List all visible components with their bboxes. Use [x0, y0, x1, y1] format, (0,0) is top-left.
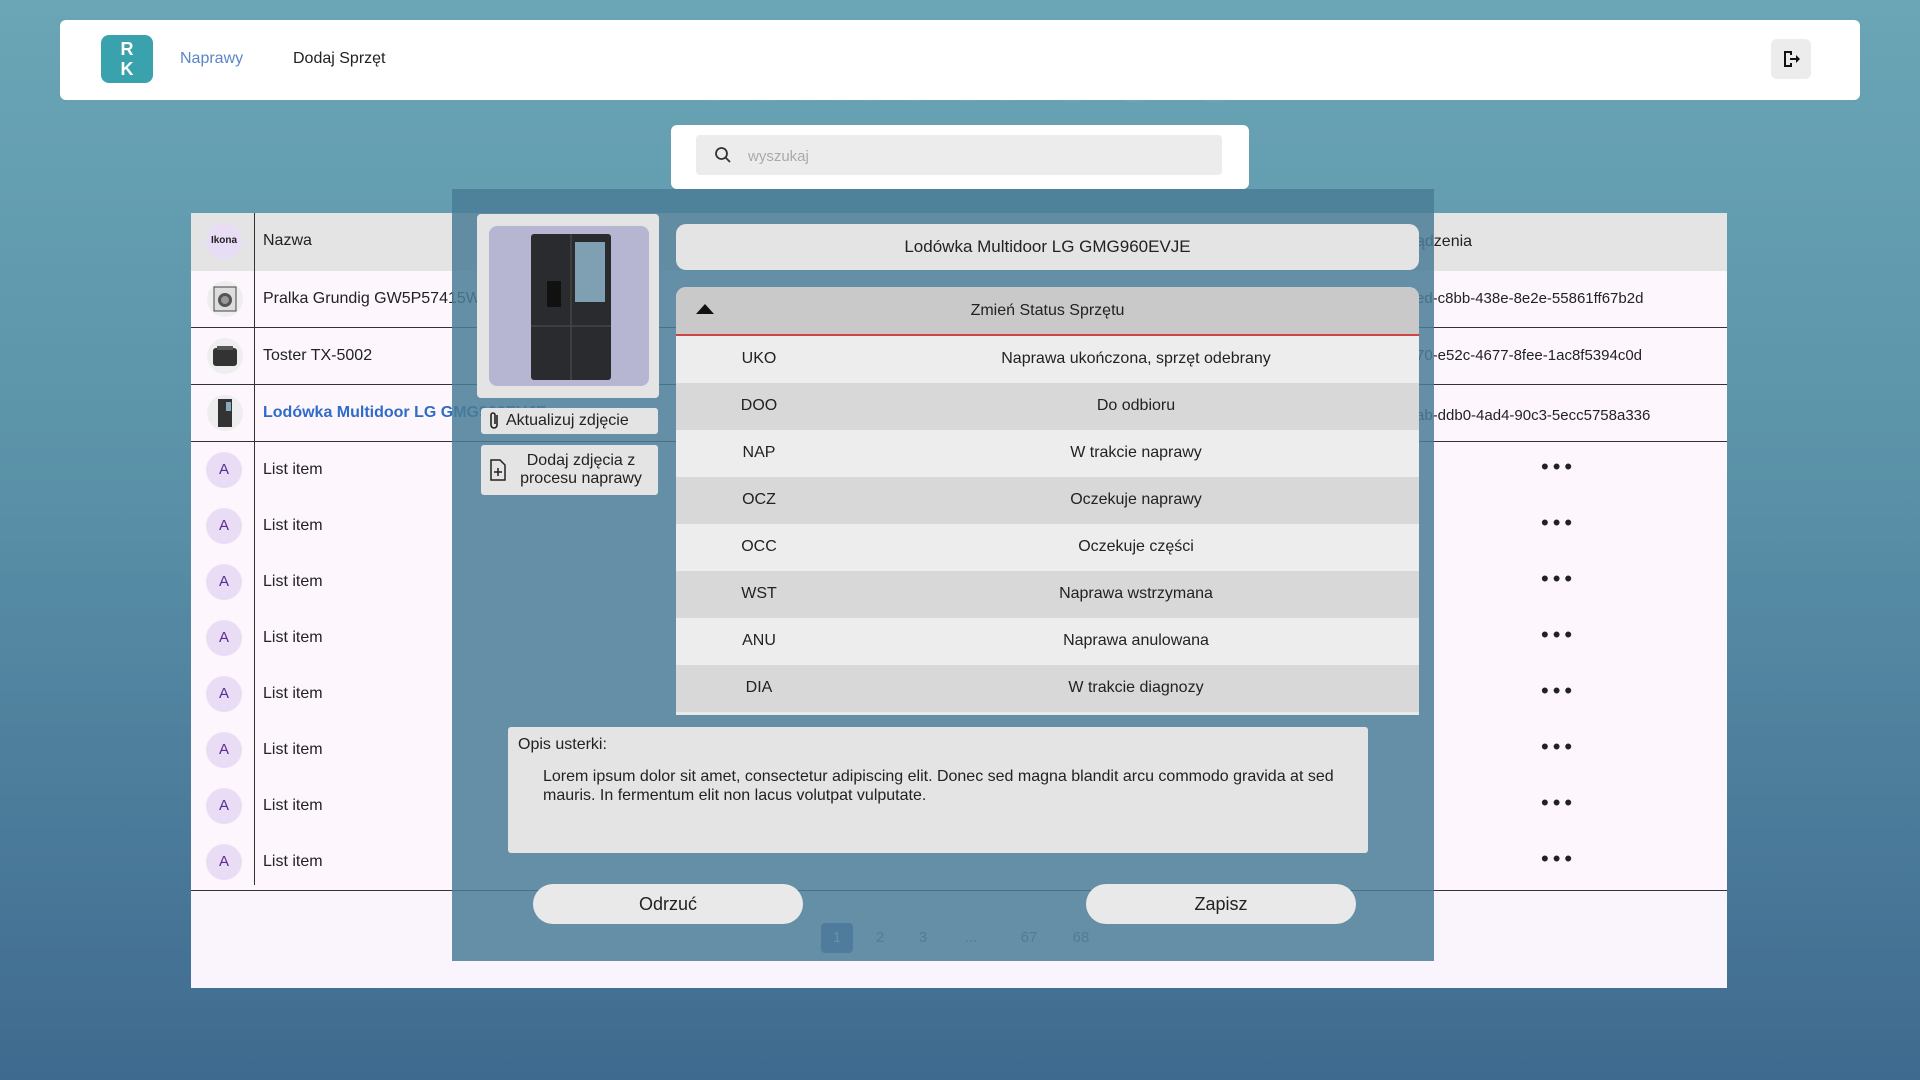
status-code: DIA: [745, 679, 773, 696]
status-dropdown-header[interactable]: Zmień Status Sprzętu: [676, 287, 1419, 336]
add-repair-photos-button[interactable]: Dodaj zdjęcia z procesu naprawy: [481, 445, 658, 495]
status-dropdown[interactable]: Zmień Status Sprzętu UKO Naprawa ukończo…: [676, 287, 1419, 715]
nav-link-repairs[interactable]: Naprawy: [180, 50, 243, 68]
more-options-icon[interactable]: •••: [1541, 848, 1576, 870]
more-options-icon[interactable]: •••: [1541, 512, 1576, 534]
more-options-icon[interactable]: •••: [1541, 456, 1576, 478]
status-option-doo[interactable]: DOO Do odbioru: [676, 383, 1419, 430]
avatar: A: [206, 732, 242, 768]
more-options-icon[interactable]: •••: [1541, 680, 1576, 702]
status-option-uko[interactable]: UKO Naprawa ukończona, sprzęt odebrany: [676, 336, 1419, 383]
status-label: Naprawa wstrzymana: [1059, 585, 1213, 602]
status-label: Oczekuje naprawy: [1070, 491, 1202, 508]
status-label: Naprawa ukończona, sprzęt odebrany: [1001, 350, 1271, 367]
washer-thumb: [207, 281, 243, 317]
status-option-dia[interactable]: DIA W trakcie diagnozy: [676, 665, 1419, 712]
device-photo-frame: [477, 214, 659, 398]
device-title: Lodówka Multidoor LG GMG960EVJE: [676, 224, 1419, 270]
status-label: W trakcie diagnozy: [1068, 679, 1204, 696]
more-options-icon[interactable]: •••: [1541, 624, 1576, 646]
fault-description-text[interactable]: Lorem ipsum dolor sit amet, consectetur …: [543, 767, 1353, 805]
list-item-label: List item: [263, 573, 323, 590]
fridge-image: [531, 234, 611, 380]
more-options-icon[interactable]: •••: [1541, 736, 1576, 758]
edit-device-modal: Aktualizuj zdjęcie Dodaj zdjęcia z proce…: [452, 189, 1434, 961]
avatar: A: [206, 452, 242, 488]
list-item-label: List item: [263, 629, 323, 646]
avatar: A: [206, 844, 242, 880]
status-label: Oczekuje części: [1078, 538, 1194, 555]
app-logo[interactable]: RK: [101, 35, 153, 83]
header-name-column[interactable]: Nazwa: [263, 232, 312, 250]
status-code: OCC: [741, 538, 777, 555]
row-name: Pralka Grundig GW5P57415W: [263, 290, 481, 307]
reject-button[interactable]: Odrzuć: [533, 884, 803, 924]
row-device-id: ed-c8bb-438e-8e2e-55861ff67b2d: [1416, 290, 1644, 307]
status-label: Do odbioru: [1096, 397, 1176, 414]
avatar: A: [206, 788, 242, 824]
more-options-icon[interactable]: •••: [1541, 568, 1576, 590]
column-divider: [254, 213, 255, 885]
toaster-thumb: [207, 338, 243, 374]
status-option-anu[interactable]: ANU Naprawa anulowana: [676, 618, 1419, 665]
update-photo-label: Aktualizuj zdjęcie: [506, 412, 629, 429]
list-item-label: List item: [263, 853, 323, 870]
list-item-label: List item: [263, 685, 323, 702]
row-device-id: 70-e52c-4677-8fee-1ac8f5394c0d: [1416, 347, 1643, 364]
status-code: NAP: [742, 444, 776, 461]
status-code: UKO: [741, 350, 777, 367]
status-option-nap[interactable]: NAP W trakcie naprawy: [676, 430, 1419, 477]
add-repair-photos-label: Dodaj zdjęcia z procesu naprawy: [520, 452, 642, 487]
avatar: A: [206, 676, 242, 712]
fault-description-title: Opis usterki:: [518, 736, 607, 753]
status-dropdown-title: Zmień Status Sprzętu: [970, 302, 1125, 319]
status-code: WST: [741, 585, 777, 602]
list-item-label: List item: [263, 741, 323, 758]
avatar: A: [206, 508, 242, 544]
status-option-ocz[interactable]: OCZ Oczekuje naprawy: [676, 477, 1419, 524]
list-item-label: List item: [263, 461, 323, 478]
search-box[interactable]: [696, 135, 1222, 177]
fault-description[interactable]: Opis usterki: Lorem ipsum dolor sit amet…: [508, 727, 1368, 853]
fridge-thumb: [207, 395, 243, 431]
status-label: Naprawa anulowana: [1063, 632, 1209, 649]
save-button[interactable]: Zapisz: [1086, 884, 1356, 924]
row-name: Toster TX-5002: [263, 347, 373, 364]
logout-icon: [1784, 51, 1800, 67]
header-icon-column: Ikona: [206, 223, 242, 259]
list-item-label: List item: [263, 517, 323, 534]
search-icon: [715, 147, 731, 163]
nav-link-add-device[interactable]: Dodaj Sprzęt: [293, 50, 386, 68]
status-code: ANU: [742, 632, 776, 649]
top-navbar: RK Naprawy Dodaj Sprzęt: [60, 20, 1860, 100]
status-label: W trakcie naprawy: [1070, 444, 1202, 461]
search-panel: [671, 125, 1249, 189]
status-option-wst[interactable]: WST Naprawa wstrzymana: [676, 571, 1419, 618]
row-device-id: ab-ddb0-4ad4-90c3-5ecc5758a336: [1416, 407, 1651, 424]
file-add-icon: [490, 459, 506, 481]
device-photo: [489, 226, 649, 386]
status-option-occ[interactable]: OCC Oczekuje części: [676, 524, 1419, 571]
update-photo-button[interactable]: Aktualizuj zdjęcie: [481, 408, 658, 434]
more-options-icon[interactable]: •••: [1541, 792, 1576, 814]
avatar: A: [206, 620, 242, 656]
status-code: DOO: [740, 397, 778, 414]
paperclip-icon: [490, 412, 498, 429]
list-item-label: List item: [263, 797, 323, 814]
logout-button[interactable]: [1771, 39, 1811, 79]
status-code: OCZ: [742, 491, 776, 508]
avatar: A: [206, 564, 242, 600]
search-input[interactable]: [746, 135, 1210, 177]
